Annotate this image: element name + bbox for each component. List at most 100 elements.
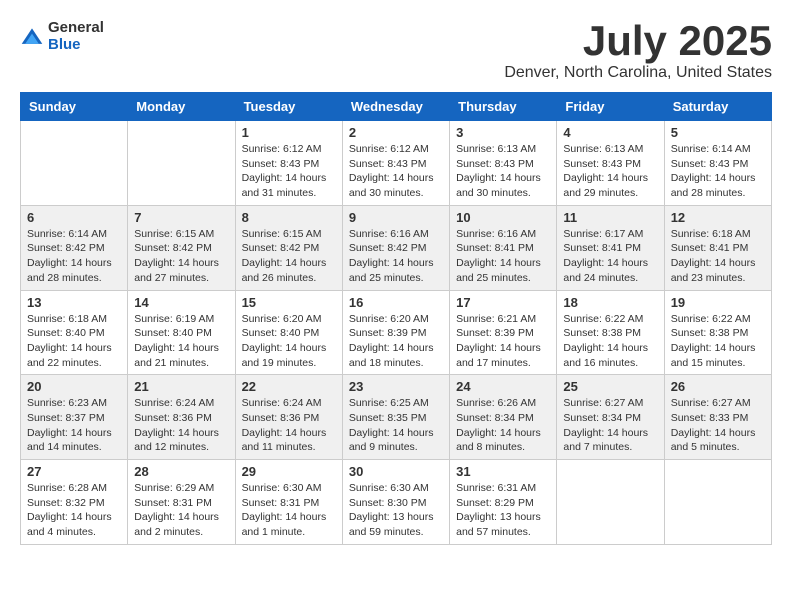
calendar-day-cell: 19 Sunrise: 6:22 AMSunset: 8:38 PMDayligh… — [664, 290, 771, 375]
day-info: Sunrise: 6:20 AMSunset: 8:39 PMDaylight:… — [349, 312, 443, 371]
calendar-day-cell: 10Sunrise: 6:16 AMSunset: 8:41 PMDayligh… — [450, 205, 557, 290]
day-number: 13 — [27, 295, 121, 310]
day-number: 21 — [134, 379, 228, 394]
calendar-day-cell: 2 Sunrise: 6:12 AMSunset: 8:43 PMDaylight… — [342, 121, 449, 206]
logo-icon — [20, 25, 44, 49]
title-block: July 2025 Denver, North Carolina, United… — [504, 20, 772, 82]
day-info: Sunrise: 6:20 AMSunset: 8:40 PMDaylight:… — [242, 312, 336, 371]
calendar-day-cell: 22Sunrise: 6:24 AMSunset: 8:36 PMDayligh… — [235, 375, 342, 460]
calendar-day-cell: 9 Sunrise: 6:16 AMSunset: 8:42 PMDaylight… — [342, 205, 449, 290]
calendar-day-cell — [557, 460, 664, 545]
day-number: 31 — [456, 464, 550, 479]
weekday-header: Saturday — [664, 93, 771, 121]
day-info: Sunrise: 6:14 AMSunset: 8:42 PMDaylight:… — [27, 227, 121, 286]
calendar-day-cell: 15Sunrise: 6:20 AMSunset: 8:40 PMDayligh… — [235, 290, 342, 375]
calendar-day-cell: 23Sunrise: 6:25 AMSunset: 8:35 PMDayligh… — [342, 375, 449, 460]
day-number: 30 — [349, 464, 443, 479]
day-number: 5 — [671, 125, 765, 140]
calendar-day-cell: 27Sunrise: 6:28 AMSunset: 8:32 PMDayligh… — [21, 460, 128, 545]
calendar-day-cell: 4 Sunrise: 6:13 AMSunset: 8:43 PMDaylight… — [557, 121, 664, 206]
day-number: 10 — [456, 210, 550, 225]
day-info: Sunrise: 6:15 AMSunset: 8:42 PMDaylight:… — [242, 227, 336, 286]
day-number: 12 — [671, 210, 765, 225]
day-info: Sunrise: 6:15 AMSunset: 8:42 PMDaylight:… — [134, 227, 228, 286]
calendar-day-cell: 16 Sunrise: 6:20 AMSunset: 8:39 PMDayligh… — [342, 290, 449, 375]
day-number: 7 — [134, 210, 228, 225]
calendar-day-cell: 11Sunrise: 6:17 AMSunset: 8:41 PMDayligh… — [557, 205, 664, 290]
weekday-header: Tuesday — [235, 93, 342, 121]
day-info: Sunrise: 6:12 AMSunset: 8:43 PMDaylight:… — [349, 142, 443, 201]
logo-text: General Blue — [48, 20, 104, 53]
day-number: 18 — [563, 295, 657, 310]
day-info: Sunrise: 6:27 AMSunset: 8:34 PMDaylight:… — [563, 396, 657, 455]
day-info: Sunrise: 6:17 AMSunset: 8:41 PMDaylight:… — [563, 227, 657, 286]
logo: General Blue — [20, 20, 104, 53]
day-number: 6 — [27, 210, 121, 225]
day-number: 17 — [456, 295, 550, 310]
day-number: 9 — [349, 210, 443, 225]
day-number: 23 — [349, 379, 443, 394]
day-info: Sunrise: 6:19 AMSunset: 8:40 PMDaylight:… — [134, 312, 228, 371]
logo-blue: Blue — [48, 37, 104, 54]
calendar-day-cell — [21, 121, 128, 206]
day-number: 14 — [134, 295, 228, 310]
calendar-week-row: 6 Sunrise: 6:14 AMSunset: 8:42 PMDaylight… — [21, 205, 772, 290]
day-number: 26 — [671, 379, 765, 394]
calendar-day-cell: 12Sunrise: 6:18 AMSunset: 8:41 PMDayligh… — [664, 205, 771, 290]
day-info: Sunrise: 6:13 AMSunset: 8:43 PMDaylight:… — [456, 142, 550, 201]
calendar-day-cell: 25 Sunrise: 6:27 AMSunset: 8:34 PMDayligh… — [557, 375, 664, 460]
day-number: 8 — [242, 210, 336, 225]
calendar-day-cell: 30 Sunrise: 6:30 AMSunset: 8:30 PMDayligh… — [342, 460, 449, 545]
day-info: Sunrise: 6:18 AMSunset: 8:40 PMDaylight:… — [27, 312, 121, 371]
weekday-header: Wednesday — [342, 93, 449, 121]
weekday-header: Friday — [557, 93, 664, 121]
calendar-week-row: 13 Sunrise: 6:18 AMSunset: 8:40 PMDayligh… — [21, 290, 772, 375]
calendar-day-cell: 31 Sunrise: 6:31 AMSunset: 8:29 PMDayligh… — [450, 460, 557, 545]
day-info: Sunrise: 6:21 AMSunset: 8:39 PMDaylight:… — [456, 312, 550, 371]
calendar-week-row: 1Sunrise: 6:12 AMSunset: 8:43 PMDaylight… — [21, 121, 772, 206]
logo-general: General — [48, 20, 104, 37]
calendar-day-cell: 29 Sunrise: 6:30 AMSunset: 8:31 PMDayligh… — [235, 460, 342, 545]
calendar-day-cell — [664, 460, 771, 545]
calendar-day-cell: 28 Sunrise: 6:29 AMSunset: 8:31 PMDayligh… — [128, 460, 235, 545]
calendar-week-row: 27Sunrise: 6:28 AMSunset: 8:32 PMDayligh… — [21, 460, 772, 545]
day-info: Sunrise: 6:30 AMSunset: 8:31 PMDaylight:… — [242, 481, 336, 540]
day-number: 25 — [563, 379, 657, 394]
day-info: Sunrise: 6:24 AMSunset: 8:36 PMDaylight:… — [134, 396, 228, 455]
calendar-day-cell: 14 Sunrise: 6:19 AMSunset: 8:40 PMDayligh… — [128, 290, 235, 375]
day-info: Sunrise: 6:27 AMSunset: 8:33 PMDaylight:… — [671, 396, 765, 455]
location: Denver, North Carolina, United States — [504, 64, 772, 82]
day-number: 27 — [27, 464, 121, 479]
day-info: Sunrise: 6:23 AMSunset: 8:37 PMDaylight:… — [27, 396, 121, 455]
day-info: Sunrise: 6:29 AMSunset: 8:31 PMDaylight:… — [134, 481, 228, 540]
day-info: Sunrise: 6:13 AMSunset: 8:43 PMDaylight:… — [563, 142, 657, 201]
calendar-day-cell: 3 Sunrise: 6:13 AMSunset: 8:43 PMDaylight… — [450, 121, 557, 206]
weekday-header: Monday — [128, 93, 235, 121]
day-number: 3 — [456, 125, 550, 140]
calendar-table: SundayMondayTuesdayWednesdayThursdayFrid… — [20, 92, 772, 545]
calendar-week-row: 20 Sunrise: 6:23 AMSunset: 8:37 PMDayligh… — [21, 375, 772, 460]
calendar-day-cell: 7 Sunrise: 6:15 AMSunset: 8:42 PMDaylight… — [128, 205, 235, 290]
day-number: 20 — [27, 379, 121, 394]
day-info: Sunrise: 6:22 AMSunset: 8:38 PMDaylight:… — [671, 312, 765, 371]
page-header: General Blue July 2025 Denver, North Car… — [20, 20, 772, 82]
day-number: 4 — [563, 125, 657, 140]
weekday-header: Thursday — [450, 93, 557, 121]
day-number: 16 — [349, 295, 443, 310]
day-info: Sunrise: 6:30 AMSunset: 8:30 PMDaylight:… — [349, 481, 443, 540]
day-info: Sunrise: 6:31 AMSunset: 8:29 PMDaylight:… — [456, 481, 550, 540]
day-number: 28 — [134, 464, 228, 479]
day-number: 29 — [242, 464, 336, 479]
calendar-header-row: SundayMondayTuesdayWednesdayThursdayFrid… — [21, 93, 772, 121]
calendar-day-cell: 5Sunrise: 6:14 AMSunset: 8:43 PMDaylight… — [664, 121, 771, 206]
day-number: 2 — [349, 125, 443, 140]
day-number: 19 — [671, 295, 765, 310]
day-number: 22 — [242, 379, 336, 394]
day-info: Sunrise: 6:22 AMSunset: 8:38 PMDaylight:… — [563, 312, 657, 371]
calendar-day-cell: 6 Sunrise: 6:14 AMSunset: 8:42 PMDaylight… — [21, 205, 128, 290]
day-info: Sunrise: 6:26 AMSunset: 8:34 PMDaylight:… — [456, 396, 550, 455]
day-info: Sunrise: 6:12 AMSunset: 8:43 PMDaylight:… — [242, 142, 336, 201]
day-info: Sunrise: 6:16 AMSunset: 8:42 PMDaylight:… — [349, 227, 443, 286]
calendar-day-cell: 21 Sunrise: 6:24 AMSunset: 8:36 PMDayligh… — [128, 375, 235, 460]
weekday-header: Sunday — [21, 93, 128, 121]
